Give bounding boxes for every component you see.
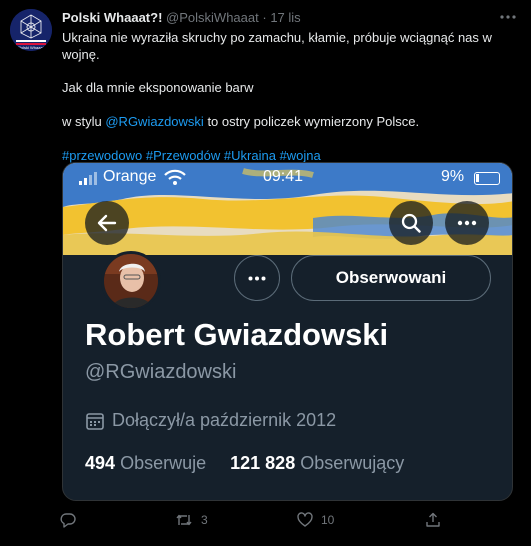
follow-counts: 494 Obserwuje 121 828 Obserwujący bbox=[85, 453, 404, 474]
separator-dot: · bbox=[262, 10, 267, 25]
like-count: 10 bbox=[321, 513, 335, 527]
signal-icon bbox=[79, 172, 97, 185]
phone-status-bar: Orange 09:41 9% bbox=[63, 168, 512, 190]
text-after-mention: to ostry policzek wymierzony Polsce. bbox=[207, 114, 420, 129]
retweet-icon bbox=[176, 514, 192, 526]
back-arrow-icon[interactable] bbox=[85, 201, 129, 245]
join-date-text: Dołączył/a październik 2012 bbox=[112, 410, 337, 430]
flag-icon bbox=[259, 82, 275, 93]
reply-icon bbox=[60, 513, 76, 528]
following-count[interactable]: 494 bbox=[85, 453, 115, 473]
following-button[interactable]: Obserwowani bbox=[291, 255, 491, 301]
hashtag-ukraina[interactable]: #Ukraina bbox=[224, 148, 276, 163]
share-button[interactable] bbox=[425, 512, 441, 528]
tweet[interactable]: Polski Whaaat Polski Whaaat?! @PolskiWha… bbox=[0, 0, 531, 546]
more-dots-icon bbox=[248, 276, 266, 280]
retweet-button[interactable]: 3 bbox=[175, 512, 208, 528]
text-middle: w stylu bbox=[62, 114, 102, 129]
hashtag-przewodowo[interactable]: #przewodowo bbox=[62, 148, 142, 163]
share-icon bbox=[426, 512, 440, 527]
profile-banner: Orange 09:41 9% bbox=[63, 163, 512, 255]
tweet-paragraph-1: Ukraina nie wyraziła skruchy po zamachu,… bbox=[62, 30, 492, 62]
reply-button[interactable] bbox=[60, 512, 76, 528]
hashtag-przewodow[interactable]: #Przewodów bbox=[146, 148, 220, 163]
more-icon[interactable] bbox=[445, 201, 489, 245]
battery-percent: 9% bbox=[441, 168, 465, 185]
tweet-text: Ukraina nie wyraziła skruchy po zamachu,… bbox=[62, 29, 518, 181]
join-date: Dołączył/a październik 2012 bbox=[85, 410, 336, 431]
like-icon bbox=[297, 512, 313, 527]
phone-clock: 09:41 bbox=[263, 168, 304, 185]
battery-icon bbox=[474, 172, 500, 185]
author-name[interactable]: Polski Whaaat?! bbox=[62, 10, 162, 25]
profile-name: Robert Gwiazdowski bbox=[85, 317, 389, 352]
tweet-actions: 3 10 bbox=[60, 512, 460, 532]
attached-screenshot[interactable]: Orange 09:41 9% Obserwowani Robert Gwiaz… bbox=[62, 162, 513, 501]
tweet-header: Polski Whaaat?! @PolskiWhaaat · 17 lis bbox=[62, 9, 301, 26]
mention-link[interactable]: @RGwiazdowski bbox=[105, 114, 203, 129]
following-label[interactable]: Obserwuje bbox=[120, 453, 206, 473]
author-avatar[interactable]: Polski Whaaat bbox=[10, 9, 52, 51]
followers-label[interactable]: Obserwujący bbox=[300, 453, 404, 473]
retweet-count: 3 bbox=[201, 513, 208, 527]
like-button[interactable]: 10 bbox=[297, 512, 334, 528]
carrier-name: Orange bbox=[103, 168, 157, 185]
profile-avatar[interactable] bbox=[101, 251, 161, 311]
followers-count[interactable]: 121 828 bbox=[230, 453, 295, 473]
tweet-time[interactable]: 17 lis bbox=[270, 10, 300, 25]
text-before-flag: Jak dla mnie eksponowanie barw bbox=[62, 80, 254, 95]
calendar-icon bbox=[86, 412, 104, 430]
profile-more-button[interactable] bbox=[234, 255, 280, 301]
author-handle[interactable]: @PolskiWhaaat bbox=[166, 10, 259, 25]
wifi-icon bbox=[164, 169, 186, 185]
tweet-paragraph-2: Jak dla mnie eksponowanie barw bbox=[62, 79, 518, 96]
search-icon[interactable] bbox=[389, 201, 433, 245]
hashtag-wojna[interactable]: #wojna bbox=[280, 148, 321, 163]
avatar-logo-text: Polski Whaaat bbox=[18, 45, 44, 50]
more-options-icon[interactable] bbox=[499, 8, 517, 26]
profile-handle: @RGwiazdowski bbox=[85, 361, 237, 383]
